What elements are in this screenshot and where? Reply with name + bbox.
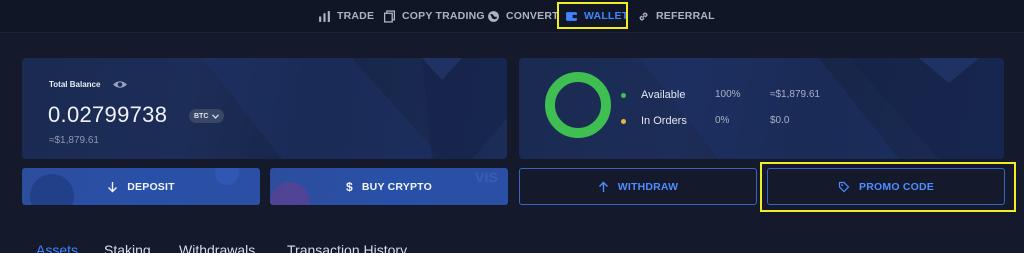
- balance-donut-chart: [545, 72, 611, 138]
- deposit-button[interactable]: DEPOSIT: [22, 168, 260, 205]
- buy-crypto-label: BUY CRYPTO: [361, 180, 432, 193]
- in-orders-dot: [621, 119, 626, 124]
- nav-trade-label: TRADE: [337, 10, 375, 22]
- tab-staking[interactable]: Staking: [104, 242, 151, 253]
- chevron-down-icon: [212, 113, 220, 119]
- copy-icon: [383, 9, 396, 23]
- bar-chart-icon: [319, 10, 330, 22]
- svg-text:VIS: VIS: [475, 169, 498, 185]
- deposit-label: DEPOSIT: [127, 180, 175, 193]
- in-orders-percent: 0%: [715, 115, 730, 126]
- promo-code-label: PROMO CODE: [859, 180, 934, 193]
- summary-card: Available 100% ≈$1,879.61 In Orders 0% $…: [519, 58, 1004, 159]
- legend-available: Available 100% ≈$1,879.61: [621, 89, 1001, 103]
- wallet-tabs: Assets Staking Withdrawals Transaction H…: [0, 242, 1024, 253]
- nav-copy-trading-label: COPY TRADING: [402, 10, 485, 22]
- nav-wallet-label: WALLET: [584, 10, 629, 22]
- nav-convert-label: CONVERT: [506, 10, 559, 22]
- currency-select[interactable]: BTC: [189, 109, 225, 123]
- nav-convert[interactable]: CONVERT: [487, 0, 559, 32]
- total-balance-label: Total Balance: [49, 80, 101, 89]
- tab-assets[interactable]: Assets: [36, 242, 78, 253]
- dollar-icon: $: [346, 179, 353, 194]
- buy-crypto-button[interactable]: VIS $ BUY CRYPTO: [270, 168, 508, 205]
- withdraw-label: WITHDRAW: [617, 180, 679, 193]
- arrow-up-icon: [598, 181, 608, 192]
- legend-in-orders: In Orders 0% $0.0: [621, 115, 1001, 129]
- nav-referral[interactable]: REFERRAL: [637, 0, 715, 32]
- balance-value: 0.02799738: [48, 102, 168, 127]
- eye-icon[interactable]: [112, 79, 128, 90]
- promo-code-button[interactable]: PROMO CODE: [767, 168, 1005, 205]
- balance-card: Total Balance 0.02799738 BTC ≈$1,879.61: [22, 58, 507, 159]
- arrow-down-icon: [108, 181, 118, 192]
- withdraw-button[interactable]: WITHDRAW: [519, 168, 757, 205]
- top-nav: TRADE COPY TRADING CONVERT WALLET REFERR…: [0, 0, 1024, 33]
- globe-icon: [488, 10, 499, 22]
- tab-withdrawals[interactable]: Withdrawals: [179, 242, 255, 253]
- nav-trade[interactable]: TRADE: [318, 0, 374, 32]
- available-amount: ≈$1,879.61: [770, 89, 820, 100]
- available-label: Available: [641, 89, 686, 101]
- nav-copy-trading[interactable]: COPY TRADING: [383, 0, 485, 32]
- nav-referral-label: REFERRAL: [656, 10, 715, 22]
- nav-wallet[interactable]: WALLET: [565, 0, 628, 32]
- tag-icon: [838, 181, 850, 192]
- available-dot: [621, 93, 626, 98]
- balance-fiat: ≈$1,879.61: [49, 135, 99, 146]
- in-orders-amount: $0.0: [770, 115, 790, 126]
- wallet-icon: [566, 11, 577, 21]
- link-icon: [639, 12, 648, 20]
- currency-label: BTC: [194, 112, 209, 120]
- available-percent: 100%: [715, 89, 741, 100]
- in-orders-label: In Orders: [641, 115, 687, 127]
- tab-transaction-history[interactable]: Transaction History: [287, 242, 407, 253]
